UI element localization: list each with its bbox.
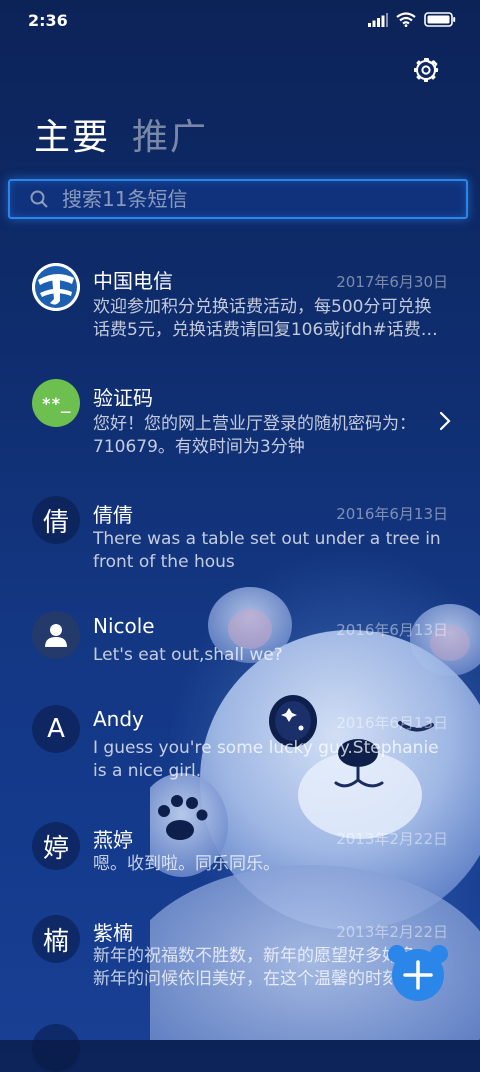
- status-icons: [368, 12, 456, 27]
- chevron-right-icon[interactable]: [438, 410, 452, 432]
- signal-icon: [368, 12, 388, 27]
- tab-bar: 主要 推广: [34, 108, 208, 160]
- sender-name: 中国电信: [93, 269, 173, 293]
- message-date: 2016年6月13日: [336, 505, 448, 523]
- sender-name: 倩倩: [93, 503, 133, 527]
- battery-icon: [424, 12, 456, 27]
- status-bar: 2:36: [0, 0, 480, 42]
- message-preview: Let's eat out,shall we?: [93, 645, 283, 665]
- message-item-qianqian[interactable]: 倩 倩倩 2016年6月13日 There was a table set ou…: [0, 489, 480, 584]
- verification-avatar: **_: [32, 379, 80, 427]
- avatar: A: [32, 705, 80, 753]
- message-item-andy[interactable]: A Andy 2016年6月13日 I guess you're some lu…: [0, 700, 480, 795]
- wifi-icon: [396, 12, 416, 27]
- sender-name: Nicole: [93, 614, 155, 638]
- gear-icon[interactable]: [413, 57, 439, 83]
- avatar-partial: [32, 1024, 80, 1072]
- sender-name: 燕婷: [93, 828, 133, 852]
- message-preview: There was a table set out under a tree i…: [93, 529, 441, 572]
- avatar: 楠: [32, 915, 80, 963]
- message-date: 2016年6月13日: [336, 621, 448, 639]
- message-date: 2017年6月30日: [336, 273, 448, 291]
- message-preview: I guess you're some lucky guy.Stephanie …: [93, 738, 439, 781]
- search-input[interactable]: [62, 187, 422, 211]
- compose-button[interactable]: [387, 942, 449, 1004]
- message-preview: 嗯。收到啦。同乐同乐。: [93, 854, 280, 874]
- avatar: 倩: [32, 496, 80, 544]
- message-date: 2016年6月13日: [336, 714, 448, 732]
- sender-name: Andy: [93, 707, 144, 731]
- search-bar[interactable]: [8, 179, 468, 219]
- tab-promotions[interactable]: 推广: [132, 108, 208, 160]
- message-date: 2013年2月22日: [336, 923, 448, 941]
- sender-name: 紫楠: [93, 921, 133, 945]
- status-time: 2:36: [28, 11, 68, 30]
- message-date: 2013年2月22日: [336, 830, 448, 848]
- avatar: [32, 611, 80, 659]
- message-item-nicole[interactable]: Nicole 2016年6月13日 Let's eat out,shall we…: [0, 606, 480, 686]
- message-item-verification[interactable]: **_ 验证码 您好！您的网上营业厅登录的随机密码为：710679。有效时间为3…: [0, 372, 480, 467]
- message-preview: 您好！您的网上营业厅登录的随机密码为：710679。有效时间为3分钟: [93, 414, 416, 457]
- message-item-yanting[interactable]: 婷 燕婷 2013年2月22日 嗯。收到啦。同乐同乐。: [0, 815, 480, 895]
- china-telecom-logo: [32, 263, 80, 311]
- avatar: 婷: [32, 822, 80, 870]
- message-item-china-telecom[interactable]: 中国电信 2017年6月30日 欢迎参加积分兑换话费活动，每500分可兑换话费5…: [0, 255, 480, 350]
- message-preview: 欢迎参加积分兑换话费活动，每500分可兑换话费5元，兑换话费请回复106或jfd…: [93, 297, 438, 340]
- search-icon: [30, 190, 48, 208]
- tab-primary[interactable]: 主要: [34, 108, 110, 160]
- sender-name: 验证码: [93, 386, 153, 410]
- person-icon: [45, 624, 67, 647]
